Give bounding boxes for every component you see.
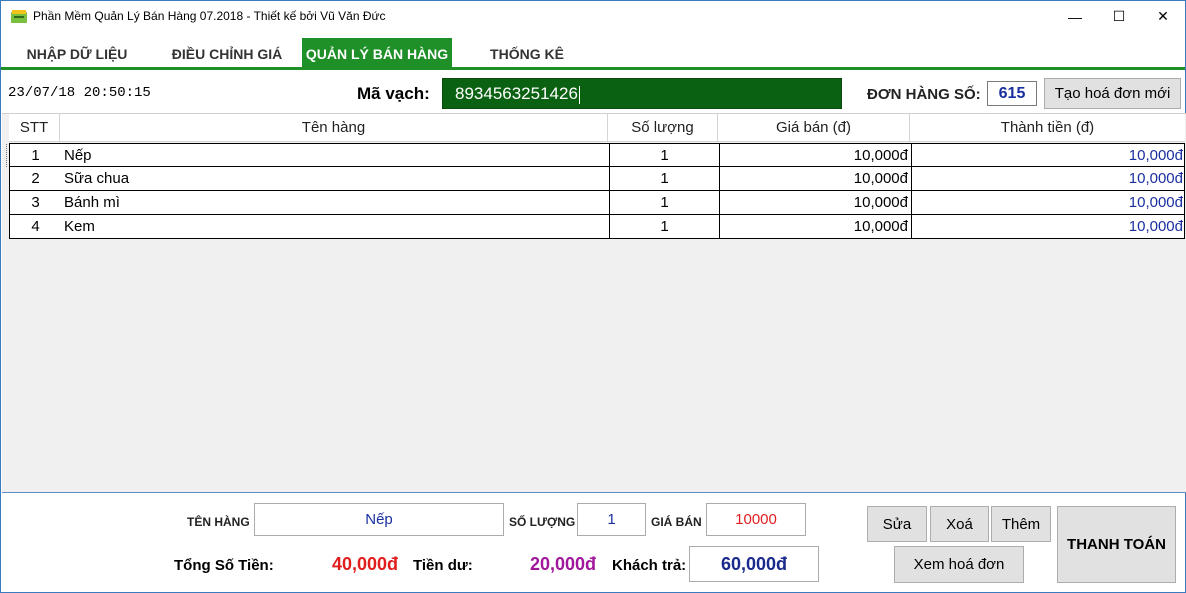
- quantity-field[interactable]: 1: [577, 503, 646, 536]
- cell-total[interactable]: 10,000đ: [911, 191, 1185, 214]
- customer-paid-label: Khách trả:: [612, 557, 687, 574]
- change-value: 20,000đ: [530, 554, 597, 574]
- total-label: Tổng Số Tiền:: [174, 557, 274, 574]
- items-grid[interactable]: STT Tên hàng Số lượng Giá bán (đ) Thành …: [2, 113, 1186, 493]
- delete-button[interactable]: Xoá: [930, 506, 989, 542]
- cell-stt[interactable]: 4: [10, 215, 61, 238]
- add-button[interactable]: Thêm: [991, 506, 1051, 542]
- cell-price[interactable]: 10,000đ: [719, 144, 911, 167]
- cell-total[interactable]: 10,000đ: [911, 167, 1185, 190]
- item-name-field[interactable]: Nếp: [254, 503, 504, 536]
- app-window: Phần Mềm Quản Lý Bán Hàng 07.2018 - Thiế…: [0, 0, 1186, 593]
- tab-sales-management[interactable]: QUẢN LÝ BÁN HÀNG: [302, 38, 452, 70]
- tab-price-adjust[interactable]: ĐIỀU CHỈNH GIÁ: [161, 38, 293, 70]
- table-row[interactable]: 3 Bánh mì 1 10,000đ 10,000đ: [9, 191, 1185, 215]
- maximize-button[interactable]: ☐: [1096, 1, 1142, 32]
- cell-total[interactable]: 10,000đ: [911, 215, 1185, 238]
- barcode-value: 8934563251426: [455, 84, 578, 103]
- grid-rows: 1 Nếp 1 10,000đ 10,000đ 2 Sữa chua 1 10,…: [6, 143, 1185, 239]
- title-bar: Phần Mềm Quản Lý Bán Hàng 07.2018 - Thiế…: [1, 1, 1185, 33]
- cell-stt[interactable]: 2: [10, 167, 61, 190]
- price-label: GIÁ BÁN: [651, 515, 702, 529]
- app-logo-icon: [11, 10, 27, 23]
- minimize-button[interactable]: —: [1052, 1, 1098, 32]
- checkout-button[interactable]: THANH TOÁN: [1057, 506, 1176, 583]
- view-invoice-button[interactable]: Xem hoá đơn: [894, 546, 1024, 583]
- cell-name[interactable]: Nếp: [61, 144, 609, 167]
- window-title: Phần Mềm Quản Lý Bán Hàng 07.2018 - Thiế…: [33, 9, 386, 23]
- cell-qty[interactable]: 1: [609, 191, 719, 214]
- cell-qty[interactable]: 1: [609, 144, 719, 167]
- tab-statistics[interactable]: THỐNG KÊ: [471, 38, 583, 70]
- text-caret: [578, 85, 580, 104]
- cell-stt[interactable]: 1: [10, 144, 61, 167]
- quantity-label: SỐ LƯỢNG: [509, 515, 576, 529]
- cell-qty[interactable]: 1: [609, 167, 719, 190]
- customer-paid-field[interactable]: 60,000đ: [689, 546, 819, 582]
- table-row[interactable]: 4 Kem 1 10,000đ 10,000đ: [9, 215, 1185, 239]
- table-row[interactable]: 1 Nếp 1 10,000đ 10,000đ: [6, 143, 1185, 167]
- tab-bar: NHẬP DỮ LIỆU ĐIỀU CHỈNH GIÁ QUẢN LÝ BÁN …: [1, 36, 1185, 70]
- order-number-value: 615: [987, 81, 1037, 106]
- cell-total[interactable]: 10,000đ: [911, 144, 1185, 167]
- row-selection-marker: [6, 144, 8, 167]
- cell-price[interactable]: 10,000đ: [719, 215, 911, 238]
- item-name-label: TÊN HÀNG: [187, 515, 250, 529]
- column-header-price[interactable]: Giá bán (đ): [718, 114, 910, 142]
- close-button[interactable]: ✕: [1140, 1, 1186, 32]
- tab-data-entry[interactable]: NHẬP DỮ LIỆU: [15, 38, 139, 70]
- grid-header: STT Tên hàng Số lượng Giá bán (đ) Thành …: [9, 114, 1185, 142]
- table-row[interactable]: 2 Sữa chua 1 10,000đ 10,000đ: [9, 167, 1185, 191]
- column-header-qty[interactable]: Số lượng: [608, 114, 718, 142]
- cell-name[interactable]: Bánh mì: [61, 191, 609, 214]
- edit-button[interactable]: Sửa: [867, 506, 927, 542]
- barcode-label: Mã vạch:: [357, 84, 430, 103]
- column-header-name[interactable]: Tên hàng: [60, 114, 608, 142]
- cell-name[interactable]: Sữa chua: [61, 167, 609, 190]
- new-invoice-button[interactable]: Tạo hoá đơn mới: [1044, 78, 1181, 109]
- column-header-stt[interactable]: STT: [9, 114, 60, 142]
- datetime-display: 23/07/18 20:50:15: [8, 85, 151, 101]
- cell-stt[interactable]: 3: [10, 191, 61, 214]
- cell-price[interactable]: 10,000đ: [719, 191, 911, 214]
- cell-qty[interactable]: 1: [609, 215, 719, 238]
- barcode-input[interactable]: 8934563251426: [442, 78, 842, 109]
- price-field[interactable]: 10000: [706, 503, 806, 536]
- order-number-label: ĐƠN HÀNG SỐ:: [867, 86, 981, 103]
- cell-name[interactable]: Kem: [61, 215, 609, 238]
- change-label: Tiền dư:: [413, 557, 473, 574]
- cell-price[interactable]: 10,000đ: [719, 167, 911, 190]
- bottom-panel: TÊN HÀNG Nếp SỐ LƯỢNG 1 GIÁ BÁN 10000 Tổ…: [1, 495, 1185, 592]
- total-value: 40,000đ: [332, 554, 399, 574]
- column-header-total[interactable]: Thành tiền (đ): [910, 114, 1185, 142]
